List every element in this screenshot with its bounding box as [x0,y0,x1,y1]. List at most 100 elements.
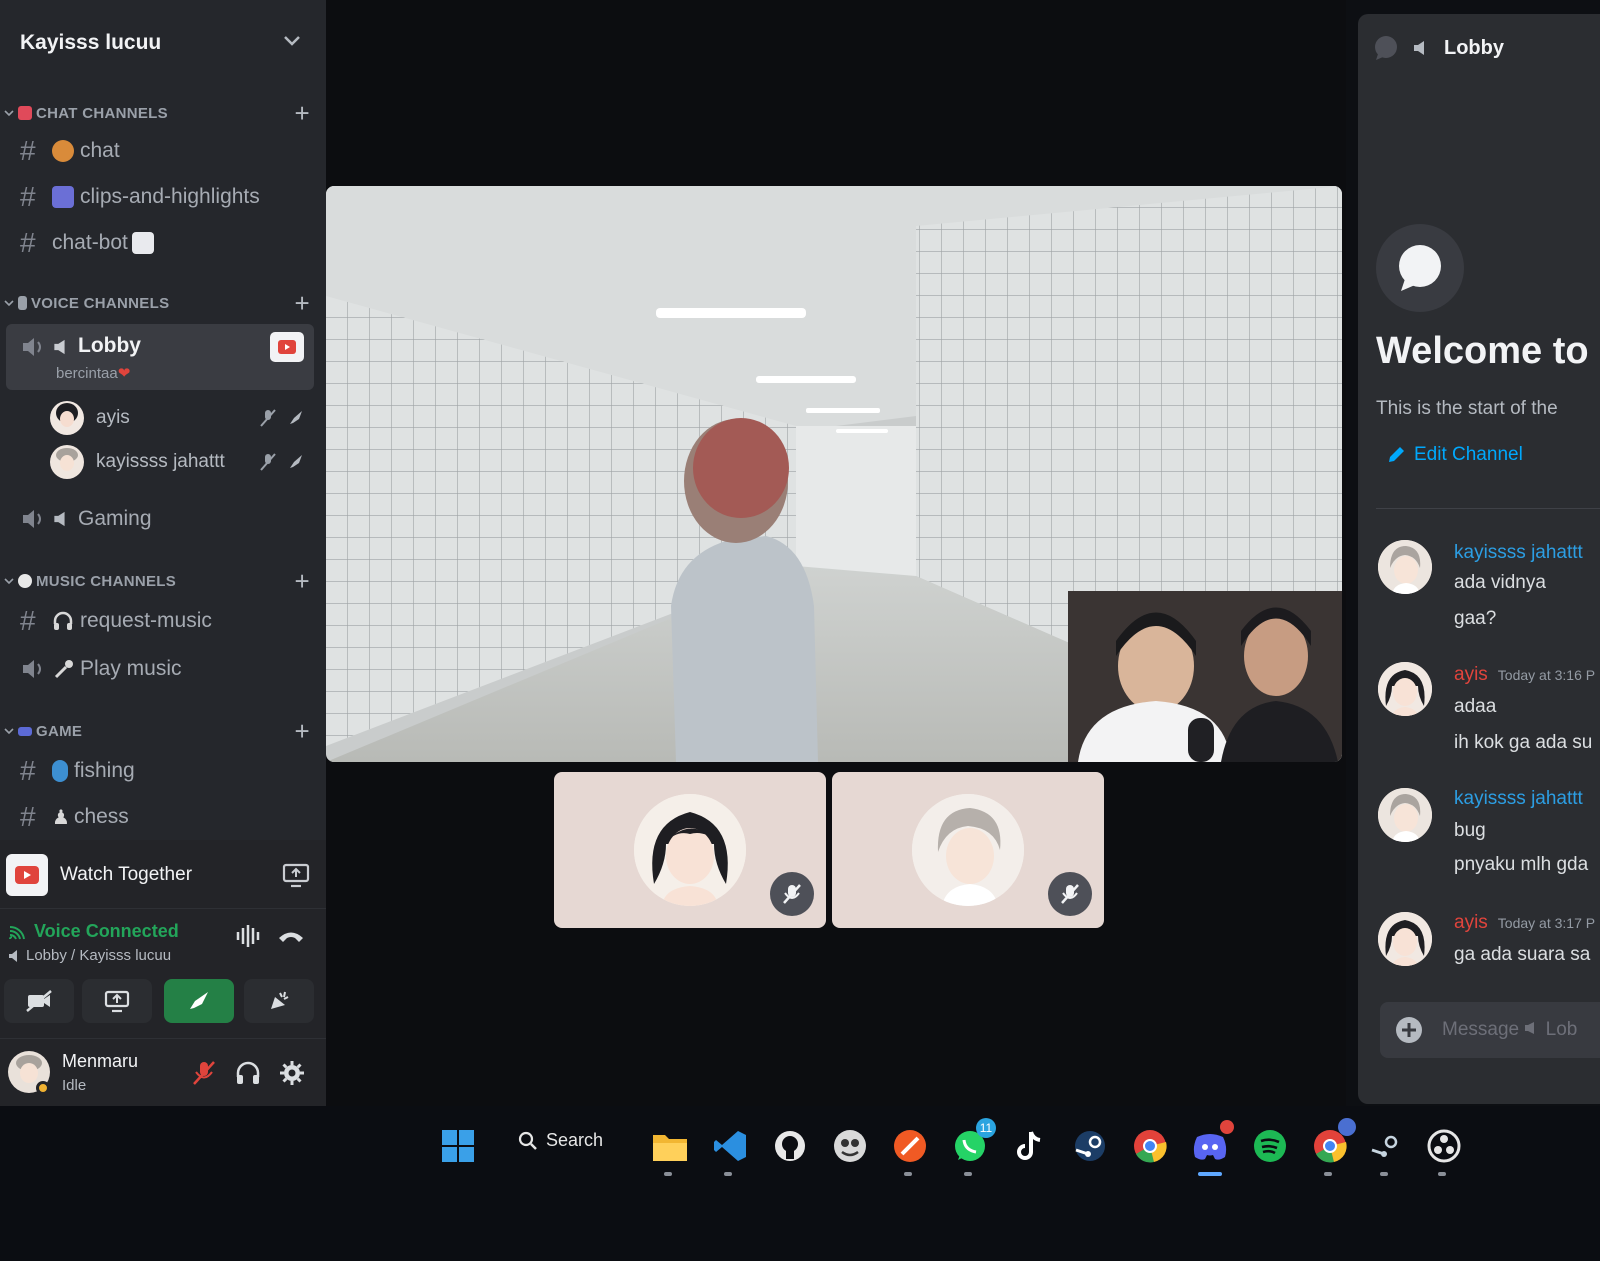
voice-waveform-icon[interactable] [234,923,264,949]
windows-start-icon[interactable] [436,1124,480,1168]
activity-label: Watch Together [60,864,193,885]
message-avatar[interactable] [1378,912,1432,966]
vscode-icon[interactable] [708,1124,752,1168]
voice-participant-tile-ayis[interactable] [554,772,826,928]
loudspeaker-icon [54,511,65,527]
gear-icon[interactable] [278,1059,306,1087]
disc-icon [18,574,32,588]
channel-label: clips-and-highlights [80,185,260,208]
hash-icon: # [20,181,36,212]
robot-icon [131,232,154,254]
chat-bubble-icon[interactable] [1372,34,1400,62]
browser-app-icon[interactable] [888,1124,932,1168]
speaker-icon [23,338,41,356]
category-label: GAME [36,722,83,740]
channel-chess[interactable]: # ♟ chess [6,796,314,838]
headphones-icon[interactable] [234,1059,262,1087]
running-indicator [904,1172,912,1176]
running-indicator [1438,1172,1446,1176]
rocket-icon [290,455,302,468]
category-game[interactable]: GAME + [4,716,314,746]
whatsapp-icon[interactable]: 11 [948,1118,996,1168]
screen-share-stream[interactable] [326,186,1342,762]
participant-avatar [634,794,746,906]
message-text: ih kok ga ada su [1454,732,1593,753]
speaker-icon [23,510,41,528]
category-label: VOICE CHANNELS [31,294,170,312]
message-avatar[interactable] [1378,788,1432,842]
tiktok-icon[interactable] [1008,1124,1052,1168]
category-label: CHAT CHANNELS [36,104,168,122]
loudspeaker-icon [1525,1022,1535,1034]
game-app-icon[interactable] [828,1124,872,1168]
channel-request-music[interactable]: # request-music [6,600,314,642]
steam-icon[interactable] [1068,1124,1112,1168]
voice-channel-gaming[interactable]: Gaming [6,498,314,540]
chrome-icon[interactable] [1128,1124,1172,1168]
mic-muted-icon[interactable] [190,1059,218,1087]
voice-participant-tile-kayissss-jahattt[interactable] [832,772,1104,928]
activity-watch-together[interactable]: Watch Together [0,840,326,910]
message-composer[interactable]: Message Lob [1380,1002,1600,1058]
taskbar-search[interactable]: Search [518,1130,603,1151]
chat-header: Lobby [1372,28,1504,68]
add-channel-icon[interactable]: + [295,98,310,129]
add-attachment-icon[interactable] [1394,1015,1424,1045]
discord-icon[interactable] [1188,1120,1234,1168]
youtube-activity-icon[interactable] [270,332,304,362]
channel-label: fishing [74,759,135,782]
message-author[interactable]: kayissss jahattt [1454,542,1583,564]
message-text: gaa? [1454,608,1497,629]
heart-letter-icon [18,106,32,120]
obs-icon[interactable] [1422,1124,1466,1168]
channel-fishing[interactable]: # fishing [6,750,314,792]
mic-muted-icon [770,872,814,916]
message-author[interactable]: ayis Today at 3:16 P [1454,664,1595,686]
mic-muted-icon [1048,872,1092,916]
category-chat-channels[interactable]: CHAT CHANNELS + [4,98,314,128]
divider [1376,508,1600,509]
server-header[interactable]: Kayisss lucuu [0,10,326,76]
screen-share-button[interactable] [82,979,152,1023]
screen-share-icon[interactable] [282,862,310,888]
channel-clips-and-highlights[interactable]: # clips-and-highlights [6,176,314,218]
user-status: Idle [62,1077,87,1094]
chevron-down-icon[interactable] [282,30,302,50]
message-author[interactable]: ayis Today at 3:17 P [1454,912,1595,934]
message-avatar[interactable] [1378,540,1432,594]
message-author[interactable]: kayissss jahattt [1454,788,1583,810]
channel-chat[interactable]: # chat [6,130,314,172]
hash-icon: # [20,227,36,258]
edit-channel-link[interactable]: Edit Channel [1386,444,1523,466]
voice-channel-lobby[interactable]: Lobby bercintaa❤ [6,324,314,390]
voice-channel-play-music[interactable]: Play music [6,648,314,690]
file-explorer-icon[interactable] [648,1124,692,1168]
spotify-icon[interactable] [1248,1124,1292,1168]
voice-location[interactable]: Lobby / Kayisss lucuu [8,947,171,964]
rocket-icon [290,411,302,424]
camera-toggle-button[interactable] [4,979,74,1023]
github-icon[interactable] [768,1124,812,1168]
search-icon [518,1131,537,1150]
add-channel-icon[interactable]: + [295,288,310,319]
add-channel-icon[interactable]: + [295,716,310,747]
steam-icon[interactable] [1364,1124,1408,1168]
profile-badge [1338,1118,1356,1136]
add-channel-icon[interactable]: + [295,566,310,597]
running-indicator [1324,1172,1332,1176]
notification-badge: 11 [976,1118,996,1138]
channel-chat-bot[interactable]: # chat-bot [6,222,314,264]
voice-status[interactable]: Voice Connected [8,921,179,942]
voice-user-ayis[interactable]: ayis [50,398,310,438]
category-voice-channels[interactable]: VOICE CHANNELS + [4,288,314,318]
category-label: MUSIC CHANNELS [36,572,177,590]
running-indicator [1380,1172,1388,1176]
chrome-profile-icon[interactable] [1308,1118,1356,1168]
message-avatar[interactable] [1378,662,1432,716]
running-indicator [664,1172,672,1176]
voice-user-kayissss-jahattt[interactable]: kayissss jahattt [50,442,310,482]
category-music-channels[interactable]: MUSIC CHANNELS + [4,566,314,596]
disconnect-icon[interactable] [276,923,306,949]
activities-button[interactable] [164,979,234,1023]
soundboard-button[interactable] [244,979,314,1023]
